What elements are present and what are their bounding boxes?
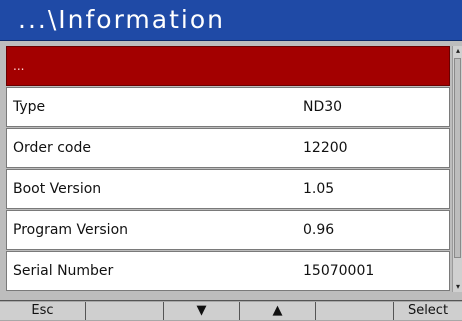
row-label: Type bbox=[13, 99, 46, 115]
list-item-selected[interactable]: ... bbox=[6, 46, 450, 86]
esc-softkey[interactable]: Esc bbox=[0, 302, 86, 320]
row-value: 15070001 bbox=[303, 263, 375, 279]
list-item-order-code[interactable]: Order code 12200 bbox=[6, 128, 450, 168]
row-value: 12200 bbox=[303, 140, 348, 156]
down-softkey[interactable]: ▼ bbox=[164, 302, 240, 320]
row-value: ND30 bbox=[303, 99, 343, 115]
selected-row-label: ... bbox=[13, 59, 25, 73]
list-item-program-version[interactable]: Program Version 0.96 bbox=[6, 210, 450, 250]
row-value: 0.96 bbox=[303, 222, 335, 238]
list-item-boot-version[interactable]: Boot Version 1.05 bbox=[6, 169, 450, 209]
empty-softkey-2[interactable] bbox=[316, 302, 394, 320]
scroll-up-arrow-icon[interactable]: ▴ bbox=[453, 46, 462, 56]
select-softkey[interactable]: Select bbox=[394, 302, 462, 320]
title-bar: ...\Information bbox=[0, 0, 462, 41]
scroll-down-arrow-icon[interactable]: ▾ bbox=[453, 282, 462, 292]
softkey-bar: Esc ▼ ▲ Select bbox=[0, 300, 462, 321]
row-label: Serial Number bbox=[13, 263, 114, 279]
row-label: Order code bbox=[13, 140, 91, 156]
list-item-serial-number[interactable]: Serial Number 15070001 bbox=[6, 251, 450, 291]
row-label: Boot Version bbox=[13, 181, 102, 197]
scrollbar[interactable]: ▴ ▾ bbox=[452, 46, 462, 292]
scroll-thumb[interactable] bbox=[454, 58, 461, 258]
row-label: Program Version bbox=[13, 222, 129, 238]
list-item-type[interactable]: Type ND30 bbox=[6, 87, 450, 127]
empty-softkey-1[interactable] bbox=[86, 302, 164, 320]
row-value: 1.05 bbox=[303, 181, 335, 197]
up-softkey[interactable]: ▲ bbox=[240, 302, 316, 320]
window-title: ...\Information bbox=[18, 5, 225, 34]
info-list: ... Type ND30 Order code 12200 Boot Vers… bbox=[6, 46, 450, 292]
